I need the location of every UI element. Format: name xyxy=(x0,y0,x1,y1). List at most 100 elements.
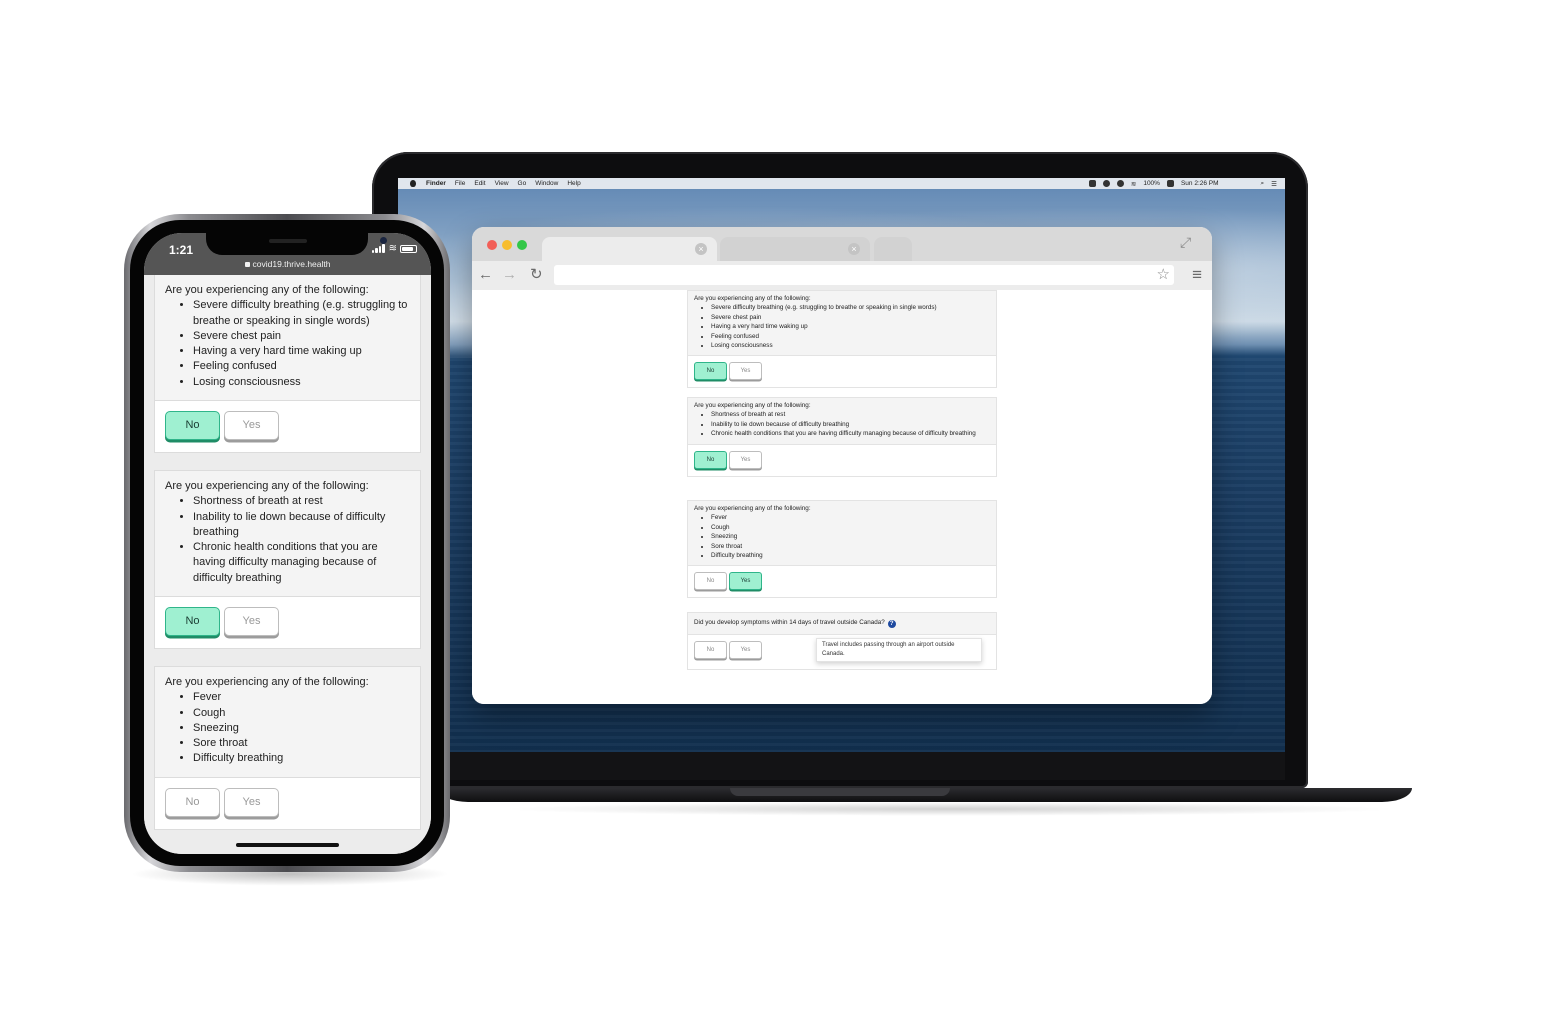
answer-buttons: No Yes Travel includes passing through a… xyxy=(688,635,996,669)
creative-cloud-icon[interactable] xyxy=(1102,180,1110,187)
menu-window[interactable]: Window xyxy=(535,180,558,187)
browser-tab-active[interactable]: × xyxy=(542,237,717,261)
answer-buttons: No Yes xyxy=(688,445,996,476)
list-item: Severe difficulty breathing (e.g. strugg… xyxy=(711,303,990,312)
reload-icon[interactable]: ↻ xyxy=(530,265,543,285)
yes-button[interactable]: Yes xyxy=(224,607,279,637)
list-item: Cough xyxy=(711,523,990,532)
phone-status-bar: 1:21 ≋ covid19.thrive.health xyxy=(144,233,431,275)
no-button[interactable]: No xyxy=(165,787,220,817)
settings-icon[interactable] xyxy=(1116,180,1124,187)
menu-edit[interactable]: Edit xyxy=(474,180,485,187)
list-item: Severe chest pain xyxy=(193,329,410,344)
fullscreen-expand-icon[interactable]: ⤢ xyxy=(1180,235,1196,249)
battery-icon[interactable] xyxy=(1166,180,1174,187)
question-prompt: Are you experiencing any of the followin… xyxy=(694,505,811,512)
list-item: Difficulty breathing xyxy=(193,751,410,766)
no-button[interactable]: No xyxy=(694,641,727,659)
laptop-bezel-bottom xyxy=(398,752,1285,780)
list-item: Cough xyxy=(193,706,410,721)
close-window-button[interactable] xyxy=(487,240,497,250)
apple-icon[interactable] xyxy=(410,180,416,187)
browser-nav-row: ← → ↻ ☆ ≡ xyxy=(472,261,1212,290)
lock-icon xyxy=(244,262,250,267)
address-bar[interactable]: ☆ xyxy=(554,265,1174,285)
phone-page-content: Are you experiencing any of the followin… xyxy=(144,275,431,854)
menu-go[interactable]: Go xyxy=(518,180,527,187)
yes-button[interactable]: Yes xyxy=(224,787,279,817)
status-icons: ≋ xyxy=(371,244,417,254)
signal-icon xyxy=(375,248,378,253)
phone-screen: 1:21 ≋ covid19.thrive.health Are you exp… xyxy=(144,233,431,854)
list-item: Fever xyxy=(711,513,990,522)
yes-button[interactable]: Yes xyxy=(729,641,762,659)
question-prompt: Are you experiencing any of the followin… xyxy=(165,676,369,688)
list-item: Sneezing xyxy=(711,532,990,541)
list-item: Inability to lie down because of difficu… xyxy=(193,510,410,541)
url-display[interactable]: covid19.thrive.health xyxy=(144,259,431,269)
forward-arrow-icon[interactable]: → xyxy=(502,265,517,285)
list-item: Sore throat xyxy=(711,542,990,551)
menubar-clock[interactable]: Sun 2:26 PM xyxy=(1181,180,1219,187)
question-text: Did you develop symptoms within 14 days … xyxy=(688,613,996,635)
menu-help[interactable]: Help xyxy=(567,180,580,187)
no-button[interactable]: No xyxy=(694,572,727,591)
minimize-window-button[interactable] xyxy=(502,240,512,250)
laptop-shadow xyxy=(500,802,1400,816)
menu-file[interactable]: File xyxy=(455,180,465,187)
symptom-list: Shortness of breath at rest Inability to… xyxy=(711,410,990,438)
yes-button[interactable]: Yes xyxy=(729,362,762,381)
mac-menubar: Finder File Edit View Go Window Help ≋ 1… xyxy=(398,178,1285,189)
list-item: Shortness of breath at rest xyxy=(711,410,990,419)
list-item: Sore throat xyxy=(193,736,410,751)
question-text: Are you experiencing any of the followin… xyxy=(155,275,420,402)
list-item: Losing consciousness xyxy=(193,375,410,390)
spotlight-search-icon[interactable]: ⌕ xyxy=(1261,180,1265,188)
browser-tab[interactable]: × xyxy=(720,237,870,261)
symptom-list: Shortness of breath at rest Inability to… xyxy=(193,494,410,586)
no-button[interactable]: No xyxy=(165,607,220,637)
no-button[interactable]: No xyxy=(165,411,220,441)
no-button[interactable]: No xyxy=(694,450,727,469)
list-item: Having a very hard time waking up xyxy=(711,322,990,331)
help-icon[interactable]: ? xyxy=(887,620,896,628)
list-item: Losing consciousness xyxy=(711,341,990,350)
menu-view[interactable]: View xyxy=(495,180,509,187)
back-arrow-icon[interactable]: ← xyxy=(478,265,493,285)
tab-close-icon[interactable]: × xyxy=(695,243,707,255)
list-item: Feeling confused xyxy=(193,359,410,374)
speaker-grille xyxy=(269,239,307,243)
symptom-list: Severe difficulty breathing (e.g. strugg… xyxy=(711,303,990,350)
yes-button[interactable]: Yes xyxy=(729,450,762,469)
new-tab-button[interactable] xyxy=(874,237,912,261)
question-text: Are you experiencing any of the followin… xyxy=(688,291,996,357)
browser-window: × × ⤢ ← → ↻ ☆ ≡ Are you experiencing any… xyxy=(472,227,1212,704)
no-button[interactable]: No xyxy=(694,362,727,381)
shield-icon[interactable] xyxy=(1088,180,1096,187)
phone-clock: 1:21 xyxy=(169,243,194,257)
browser-page-content: Are you experiencing any of the followin… xyxy=(472,290,1212,704)
battery-percent: 100% xyxy=(1143,180,1160,187)
yes-button[interactable]: Yes xyxy=(224,411,279,441)
list-item: Feeling confused xyxy=(711,332,990,341)
bookmark-star-icon[interactable]: ☆ xyxy=(1157,266,1170,284)
signal-icon xyxy=(378,246,382,253)
tab-close-icon[interactable]: × xyxy=(848,243,860,255)
answer-buttons: No Yes xyxy=(155,778,420,829)
yes-button[interactable]: Yes xyxy=(729,572,762,591)
front-camera xyxy=(380,237,387,244)
phone-notch xyxy=(206,233,387,255)
answer-buttons: No Yes xyxy=(155,597,420,648)
menu-finder[interactable]: Finder xyxy=(426,180,446,187)
notification-center-icon[interactable]: ☰ xyxy=(1271,180,1277,188)
question-prompt: Are you experiencing any of the followin… xyxy=(694,402,811,409)
question-prompt: Are you experiencing any of the followin… xyxy=(165,284,369,296)
question-card: Are you experiencing any of the followin… xyxy=(154,470,421,650)
home-indicator[interactable] xyxy=(236,843,339,847)
hamburger-menu-icon[interactable]: ≡ xyxy=(1192,265,1202,285)
answer-buttons: No Yes xyxy=(688,566,996,597)
wifi-icon[interactable]: ≋ xyxy=(1131,180,1136,188)
zoom-window-button[interactable] xyxy=(517,240,527,250)
browser-chrome: × × ⤢ ← → ↻ ☆ ≡ xyxy=(472,227,1212,290)
answer-buttons: No Yes xyxy=(155,401,420,452)
